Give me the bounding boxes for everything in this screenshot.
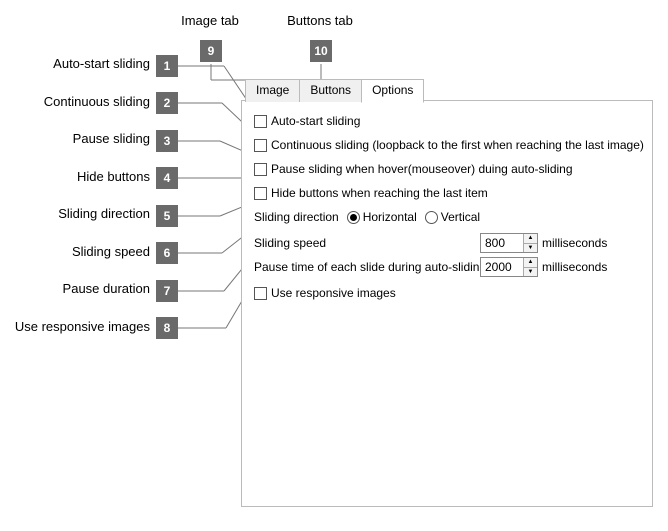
callout-label-1: Auto-start sliding — [0, 56, 150, 71]
callout-num-1: 1 — [156, 55, 178, 77]
input-speed[interactable] — [481, 234, 523, 252]
callout-num-6: 6 — [156, 242, 178, 264]
label-pause-unit: milliseconds — [542, 260, 607, 274]
row-continuous: Continuous sliding (loopback to the firs… — [254, 135, 640, 155]
callout-num-8: 8 — [156, 317, 178, 339]
speed-up-icon[interactable]: ▲ — [524, 234, 537, 244]
options-panel: Image Buttons Options Auto-start sliding… — [241, 100, 653, 507]
callout-label-6: Sliding speed — [0, 244, 150, 259]
checkbox-hide-buttons[interactable] — [254, 187, 267, 200]
label-responsive: Use responsive images — [271, 286, 396, 300]
checkbox-pause-hover[interactable] — [254, 163, 267, 176]
label-direction: Sliding direction — [254, 210, 339, 224]
pause-down-icon[interactable]: ▼ — [524, 268, 537, 277]
callout-num-10: 10 — [310, 40, 332, 62]
checkbox-responsive[interactable] — [254, 287, 267, 300]
callout-num-9: 9 — [200, 40, 222, 62]
tab-options[interactable]: Options — [361, 79, 424, 103]
label-horizontal: Horizontal — [363, 210, 417, 224]
pause-up-icon[interactable]: ▲ — [524, 258, 537, 268]
spinner-pause: ▲ ▼ — [480, 257, 538, 277]
callout-num-7: 7 — [156, 280, 178, 302]
label-speed-unit: milliseconds — [542, 236, 607, 250]
panel-body: Auto-start sliding Continuous sliding (l… — [242, 101, 652, 317]
radio-horizontal[interactable] — [347, 211, 360, 224]
speed-down-icon[interactable]: ▼ — [524, 244, 537, 253]
row-pause-time: Pause time of each slide during auto-sli… — [254, 257, 640, 277]
label-vertical: Vertical — [441, 210, 480, 224]
callout-label-buttons-tab: Buttons tab — [280, 13, 360, 28]
tab-buttons[interactable]: Buttons — [299, 79, 362, 102]
row-responsive: Use responsive images — [254, 283, 640, 303]
label-pause-hover: Pause sliding when hover(mouseover) duin… — [271, 162, 573, 176]
label-speed: Sliding speed — [254, 236, 476, 250]
callout-label-2: Continuous sliding — [0, 94, 150, 109]
row-direction: Sliding direction Horizontal Vertical — [254, 207, 640, 227]
callout-num-3: 3 — [156, 130, 178, 152]
label-hide-buttons: Hide buttons when reaching the last item — [271, 186, 488, 200]
label-pause-time: Pause time of each slide during auto-sli… — [254, 260, 476, 274]
label-auto-start: Auto-start sliding — [271, 114, 360, 128]
callout-num-5: 5 — [156, 205, 178, 227]
callout-label-5: Sliding direction — [0, 206, 150, 221]
callout-label-7: Pause duration — [0, 281, 150, 296]
spinner-speed: ▲ ▼ — [480, 233, 538, 253]
checkbox-continuous[interactable] — [254, 139, 267, 152]
callout-num-2: 2 — [156, 92, 178, 114]
row-auto-start: Auto-start sliding — [254, 111, 640, 131]
callout-num-4: 4 — [156, 167, 178, 189]
label-continuous: Continuous sliding (loopback to the firs… — [271, 138, 644, 152]
row-speed: Sliding speed ▲ ▼ milliseconds — [254, 233, 640, 253]
radio-vertical[interactable] — [425, 211, 438, 224]
callout-label-image-tab: Image tab — [170, 13, 250, 28]
input-pause[interactable] — [481, 258, 523, 276]
tab-bar: Image Buttons Options — [245, 79, 423, 102]
callout-label-4: Hide buttons — [0, 169, 150, 184]
callout-label-8: Use responsive images — [0, 319, 150, 334]
row-hide-buttons: Hide buttons when reaching the last item — [254, 183, 640, 203]
callout-label-3: Pause sliding — [0, 131, 150, 146]
tab-image[interactable]: Image — [245, 79, 300, 102]
row-pause-hover: Pause sliding when hover(mouseover) duin… — [254, 159, 640, 179]
checkbox-auto-start[interactable] — [254, 115, 267, 128]
